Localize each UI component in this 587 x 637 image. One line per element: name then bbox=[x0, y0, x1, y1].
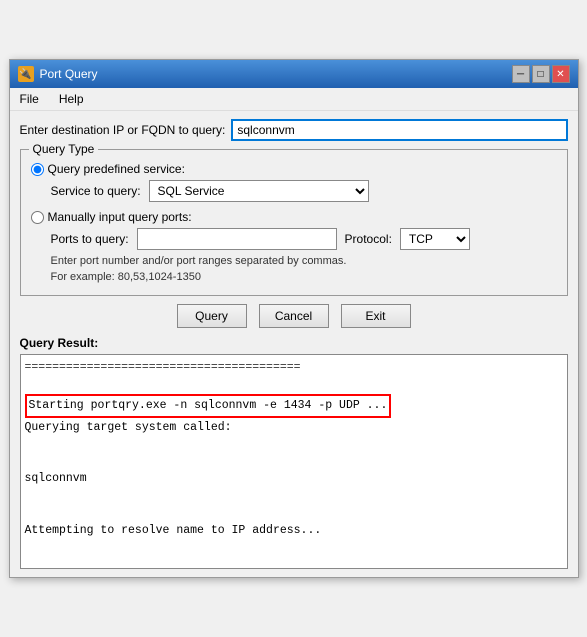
result-line5: sqlconnvm bbox=[25, 470, 563, 487]
group-title: Query Type bbox=[29, 142, 99, 156]
menu-bar: File Help bbox=[10, 88, 578, 111]
radio-predefined-row: Query predefined service: bbox=[31, 162, 557, 176]
hint-line1: Enter port number and/or port ranges sep… bbox=[51, 255, 347, 267]
dest-label: Enter destination IP or FQDN to query: bbox=[20, 123, 226, 137]
button-row: Query Cancel Exit bbox=[20, 304, 568, 328]
title-bar: 🔌 Port Query ─ □ ✕ bbox=[10, 60, 578, 88]
protocol-select[interactable]: TCP UDP Both bbox=[400, 228, 470, 250]
result-line7: Attempting to resolve name to IP address… bbox=[25, 522, 563, 539]
result-line3: Querying target system called: bbox=[25, 419, 563, 436]
radio-manual-row: Manually input query ports: bbox=[31, 210, 557, 224]
ports-input[interactable] bbox=[137, 228, 337, 250]
query-type-group: Query Type Query predefined service: Ser… bbox=[20, 149, 568, 296]
exit-button[interactable]: Exit bbox=[341, 304, 411, 328]
result-line1: Starting portqry.exe -n sqlconnvm -e 143… bbox=[25, 394, 392, 417]
cancel-button[interactable]: Cancel bbox=[259, 304, 329, 328]
ports-label: Ports to query: bbox=[51, 232, 129, 246]
menu-file[interactable]: File bbox=[14, 90, 45, 108]
window-title: Port Query bbox=[40, 67, 98, 81]
hint-line2: For example: 80,53,1024-1350 bbox=[51, 271, 201, 283]
main-window: 🔌 Port Query ─ □ ✕ File Help Enter desti… bbox=[9, 59, 579, 578]
close-button[interactable]: ✕ bbox=[552, 65, 570, 83]
protocol-label: Protocol: bbox=[345, 232, 392, 246]
content-area: Enter destination IP or FQDN to query: Q… bbox=[10, 111, 578, 577]
result-area[interactable]: ========================================… bbox=[20, 354, 568, 569]
service-row: Service to query: SQL Service HTTP FTP S… bbox=[51, 180, 557, 202]
title-buttons: ─ □ ✕ bbox=[512, 65, 570, 83]
query-button[interactable]: Query bbox=[177, 304, 247, 328]
menu-help[interactable]: Help bbox=[53, 90, 90, 108]
radio-predefined-label: Query predefined service: bbox=[48, 162, 185, 176]
dest-input[interactable] bbox=[231, 119, 567, 141]
destination-row: Enter destination IP or FQDN to query: bbox=[20, 119, 568, 141]
radio-manual-label: Manually input query ports: bbox=[48, 210, 192, 224]
maximize-button[interactable]: □ bbox=[532, 65, 550, 83]
radio-predefined[interactable] bbox=[31, 163, 44, 176]
ports-row: Ports to query: Protocol: TCP UDP Both bbox=[51, 228, 557, 250]
radio-manual[interactable] bbox=[31, 211, 44, 224]
service-label: Service to query: bbox=[51, 184, 141, 198]
result-divider: ======================================== bbox=[25, 359, 563, 376]
result-label: Query Result: bbox=[20, 336, 568, 350]
hint-text: Enter port number and/or port ranges sep… bbox=[51, 254, 557, 285]
minimize-button[interactable]: ─ bbox=[512, 65, 530, 83]
service-select[interactable]: SQL Service HTTP FTP SMTP bbox=[149, 180, 369, 202]
title-bar-left: 🔌 Port Query bbox=[18, 66, 98, 82]
app-icon: 🔌 bbox=[18, 66, 34, 82]
